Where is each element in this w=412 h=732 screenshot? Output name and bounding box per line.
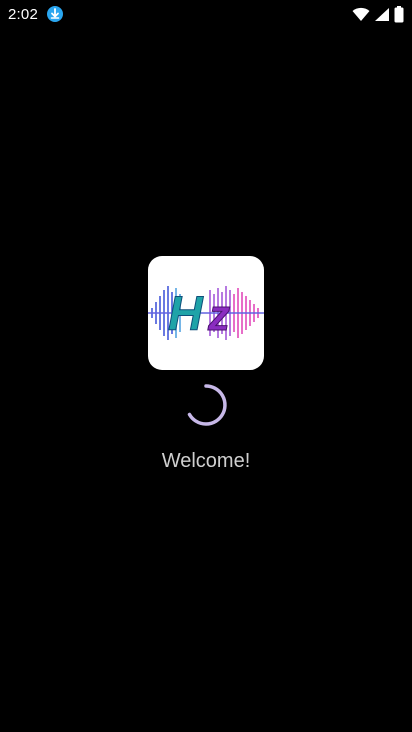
welcome-text: Welcome! xyxy=(161,450,251,472)
status-right xyxy=(352,5,404,23)
logo-letter-h: H xyxy=(168,288,204,341)
splash-screen: 2:02 H z Welcome! xyxy=(0,0,412,732)
battery-icon xyxy=(394,5,404,23)
loading-spinner xyxy=(183,382,229,428)
status-bar: 2:02 xyxy=(0,0,412,28)
status-time: 2:02 xyxy=(8,5,38,23)
cell-signal-icon xyxy=(374,7,390,22)
status-left: 2:02 xyxy=(8,5,64,23)
logo-letter-z: z xyxy=(207,291,230,340)
wifi-icon xyxy=(352,7,370,22)
app-logo: H z xyxy=(148,256,264,370)
download-notification-icon xyxy=(46,5,64,23)
waveform-graphic xyxy=(148,286,264,340)
